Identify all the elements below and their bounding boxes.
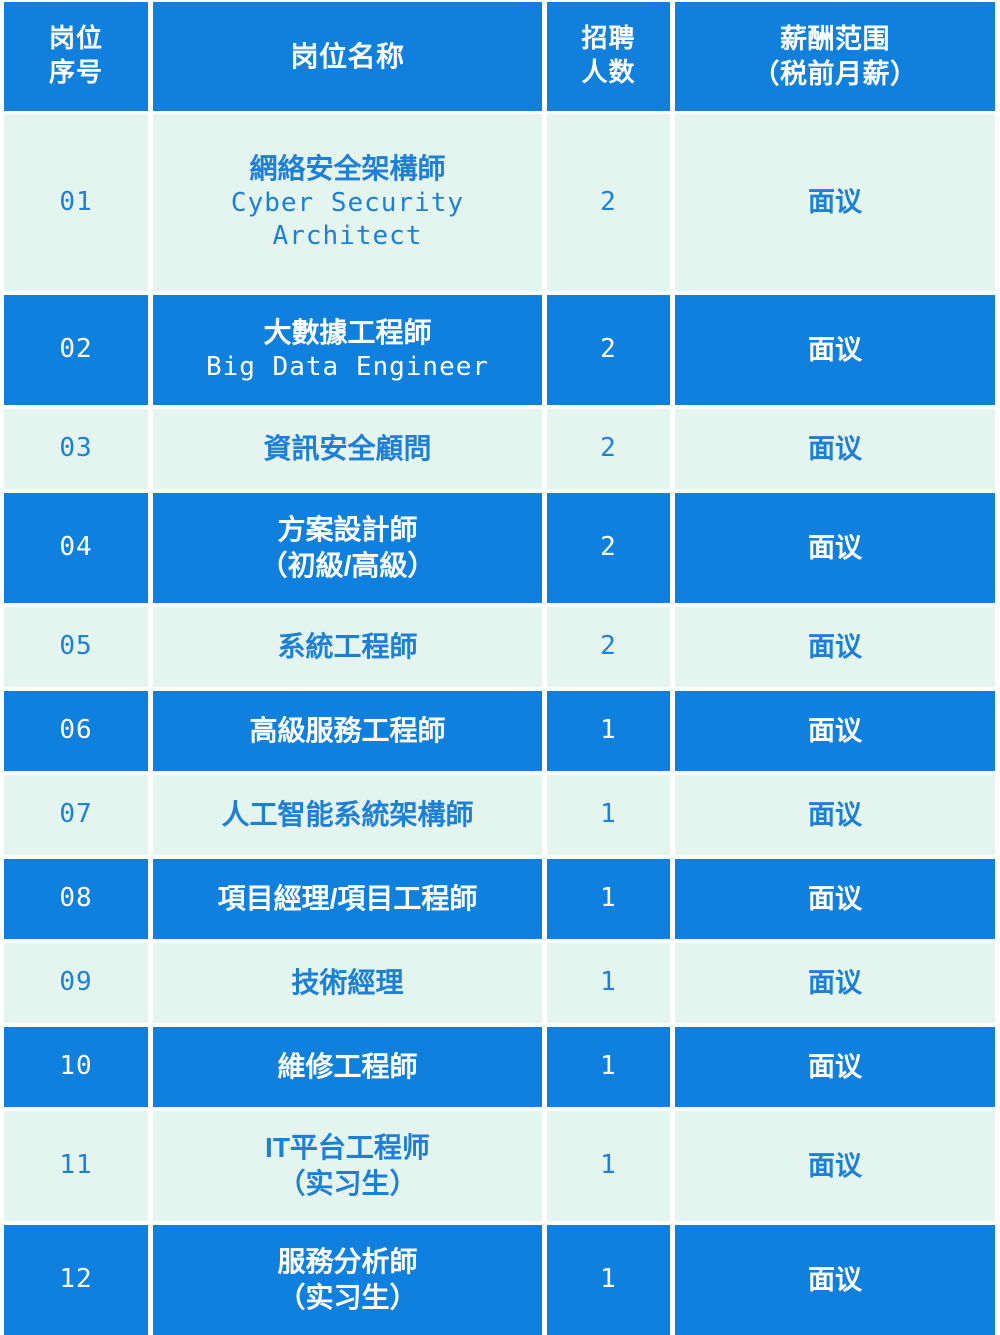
- column-header-headcount-line1: 招聘: [581, 24, 636, 55]
- column-header-salary-range: 薪酬范围 （税前月薪）: [675, 2, 995, 111]
- cell-salary-range: 面议: [675, 114, 995, 291]
- job-title-cn: 人工智能系統架構師: [221, 799, 474, 831]
- job-title-cn: 服務分析師: [277, 1246, 418, 1278]
- cell-salary-range: 面议: [675, 493, 995, 603]
- job-title-en: Cyber Security: [230, 188, 465, 219]
- table-row: 08 項目經理/項目工程師 1 面议: [4, 859, 995, 939]
- table-header-row: 岗位 序号 岗位名称 招聘 人数 薪酬范围 （税前月薪）: [4, 2, 995, 111]
- cell-job-title: 高級服務工程師: [153, 691, 542, 771]
- cell-headcount: 2: [547, 493, 670, 603]
- table-row: 03 資訊安全顧問 2 面议: [4, 409, 995, 489]
- cell-job-title: IT平台工程师 （实习生）: [153, 1111, 542, 1221]
- column-header-job-no-line1: 岗位: [48, 24, 103, 55]
- table-row: 02 大數據工程師 Big Data Engineer 2 面议: [4, 295, 995, 405]
- table-row: 07 人工智能系統架構師 1 面议: [4, 775, 995, 855]
- job-title-en-line2: Architect: [272, 221, 423, 252]
- cell-headcount: 2: [547, 295, 670, 405]
- cell-headcount: 1: [547, 859, 670, 939]
- column-header-job-title: 岗位名称: [153, 2, 542, 111]
- cell-job-no: 09: [4, 943, 148, 1023]
- cell-job-no: 07: [4, 775, 148, 855]
- cell-headcount: 1: [547, 775, 670, 855]
- cell-job-title: 系統工程師: [153, 607, 542, 687]
- cell-job-no: 05: [4, 607, 148, 687]
- job-title-sub: （实习生）: [277, 1168, 418, 1199]
- cell-salary-range: 面议: [675, 775, 995, 855]
- cell-job-title: 資訊安全顧問: [153, 409, 542, 489]
- table-row: 01 網絡安全架構師 Cyber Security Architect 2 面议: [4, 114, 995, 291]
- cell-headcount: 2: [547, 409, 670, 489]
- cell-salary-range: 面议: [675, 607, 995, 687]
- cell-job-no: 08: [4, 859, 148, 939]
- job-title-sub: （实习生）: [277, 1282, 418, 1313]
- cell-headcount: 1: [547, 943, 670, 1023]
- job-title-cn: 高級服務工程師: [249, 715, 446, 747]
- column-header-headcount: 招聘 人数: [547, 2, 670, 111]
- column-header-job-no: 岗位 序号: [4, 2, 148, 111]
- column-header-headcount-line2: 人数: [581, 57, 636, 88]
- table-row: 09 技術經理 1 面议: [4, 943, 995, 1023]
- column-header-salary-range-line1: 薪酬范围: [780, 23, 890, 54]
- job-title-en: Big Data Engineer: [205, 352, 490, 383]
- job-title-cn: 項目經理/項目工程師: [217, 883, 478, 915]
- job-title-cn: 方案設計師: [277, 514, 418, 546]
- cell-salary-range: 面议: [675, 691, 995, 771]
- column-header-salary-range-line2: （税前月薪）: [752, 58, 918, 89]
- job-title-cn: 維修工程師: [277, 1051, 418, 1083]
- cell-job-no: 01: [4, 114, 148, 291]
- cell-job-title: 維修工程師: [153, 1027, 542, 1107]
- job-title-cn: 技術經理: [291, 967, 404, 999]
- cell-job-title: 大數據工程師 Big Data Engineer: [153, 295, 542, 405]
- job-title-cn: 資訊安全顧問: [263, 433, 432, 465]
- cell-job-no: 04: [4, 493, 148, 603]
- cell-job-title: 服務分析師 （实习生）: [153, 1225, 542, 1335]
- cell-headcount: 1: [547, 1027, 670, 1107]
- cell-headcount: 2: [547, 607, 670, 687]
- cell-salary-range: 面议: [675, 859, 995, 939]
- table-row: 10 維修工程師 1 面议: [4, 1027, 995, 1107]
- cell-job-title: 項目經理/項目工程師: [153, 859, 542, 939]
- cell-job-title: 方案設計師 （初級/高級）: [153, 493, 542, 603]
- cell-headcount: 1: [547, 1225, 670, 1335]
- cell-salary-range: 面议: [675, 1111, 995, 1221]
- cell-headcount: 2: [547, 114, 670, 291]
- column-header-job-no-line2: 序号: [48, 57, 103, 88]
- table-row: 06 高級服務工程師 1 面议: [4, 691, 995, 771]
- job-title-cn: IT平台工程师: [265, 1132, 430, 1164]
- recruitment-table: 岗位 序号 岗位名称 招聘 人数 薪酬范围 （税前月薪） 01 網絡安全架構師 Cy…: [0, 0, 1000, 1335]
- cell-job-no: 03: [4, 409, 148, 489]
- cell-job-no: 12: [4, 1225, 148, 1335]
- cell-headcount: 1: [547, 1111, 670, 1221]
- cell-salary-range: 面议: [675, 1027, 995, 1107]
- cell-job-title: 網絡安全架構師 Cyber Security Architect: [153, 114, 542, 291]
- job-title-cn: 網絡安全架構師: [249, 153, 446, 185]
- table-row: 05 系統工程師 2 面议: [4, 607, 995, 687]
- table-row: 11 IT平台工程师 （实习生） 1 面议: [4, 1111, 995, 1221]
- cell-salary-range: 面议: [675, 943, 995, 1023]
- job-title-cn: 大數據工程師: [263, 317, 432, 349]
- job-title-cn: 系統工程師: [277, 631, 418, 663]
- cell-job-title: 人工智能系統架構師: [153, 775, 542, 855]
- cell-job-no: 02: [4, 295, 148, 405]
- cell-job-no: 06: [4, 691, 148, 771]
- table-row: 04 方案設計師 （初級/高級） 2 面议: [4, 493, 995, 603]
- job-title-sub: （初級/高級）: [259, 550, 436, 581]
- cell-salary-range: 面议: [675, 1225, 995, 1335]
- cell-job-no: 10: [4, 1027, 148, 1107]
- table-row: 12 服務分析師 （实习生） 1 面议: [4, 1225, 995, 1335]
- cell-job-no: 11: [4, 1111, 148, 1221]
- cell-salary-range: 面议: [675, 409, 995, 489]
- cell-job-title: 技術經理: [153, 943, 542, 1023]
- cell-headcount: 1: [547, 691, 670, 771]
- table-body: 01 網絡安全架構師 Cyber Security Architect 2 面议 02 大數據…: [4, 114, 995, 1335]
- cell-salary-range: 面议: [675, 295, 995, 405]
